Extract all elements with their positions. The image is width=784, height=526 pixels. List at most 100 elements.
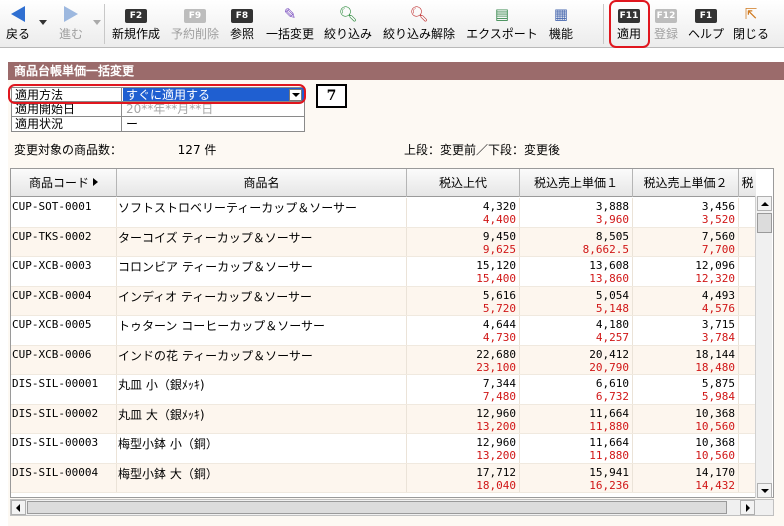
help-label: ヘルプ bbox=[687, 27, 724, 41]
help-button[interactable]: F1 ヘルプ bbox=[684, 2, 728, 46]
price-before: 4,180 bbox=[595, 318, 629, 331]
product-code: CUP-XCB-0005 bbox=[11, 316, 117, 345]
price-before: 7,344 bbox=[482, 377, 516, 390]
new-button[interactable]: F2 新規作成 bbox=[108, 2, 164, 46]
price-after: 9,625 bbox=[482, 242, 516, 256]
price-cell: 17,712 18,040 bbox=[407, 463, 520, 492]
price-cell: 18,144 18,480 bbox=[633, 345, 739, 374]
back-dropdown-icon[interactable] bbox=[39, 20, 47, 25]
filter-button[interactable]: 🔍︎ 絞り込み bbox=[322, 2, 374, 46]
table-row[interactable]: CUP-XCB-0004 インディオ ティーカップ＆ソーサー 5,616 5,720 5… bbox=[11, 286, 756, 316]
table-row[interactable]: DIS-SIL-00003 梅型小鉢 小（銅） 12,960 13,200 11,664… bbox=[11, 434, 756, 464]
count-value: 127 bbox=[177, 143, 201, 157]
horizontal-scrollbar[interactable] bbox=[10, 499, 774, 516]
scroll-down-icon[interactable] bbox=[757, 483, 772, 498]
price-after: 16,236 bbox=[589, 478, 629, 492]
scroll-left-icon[interactable] bbox=[11, 500, 26, 515]
price-before: 8,505 bbox=[595, 229, 629, 243]
bulk-change-label: 一括変更 bbox=[265, 27, 314, 41]
price-cell: 7,344 7,480 bbox=[407, 375, 520, 404]
price-cell: 6,610 6,732 bbox=[520, 375, 633, 404]
product-name: インディオ ティーカップ＆ソーサー bbox=[117, 286, 407, 315]
product-name: ソフトストロベリーティーカップ＆ソーサー bbox=[117, 198, 407, 227]
product-code: DIS-SIL-00004 bbox=[11, 463, 117, 492]
close-button[interactable]: ⇱ 閉じる bbox=[730, 2, 772, 46]
magnifier-icon: 🔍︎ bbox=[338, 5, 358, 23]
price-cell-partial bbox=[739, 286, 756, 315]
start-date-field[interactable]: 20**年**月**日 bbox=[123, 102, 304, 116]
product-code: CUP-TKS-0002 bbox=[11, 227, 117, 256]
reference-label: 参照 bbox=[229, 27, 254, 41]
table-row[interactable]: DIS-SIL-00002 丸皿 大（銀ﾒｯｷ) 12,960 13,200 11,66… bbox=[11, 404, 756, 434]
price-before: 6,610 bbox=[595, 377, 629, 390]
table-row[interactable]: CUP-TKS-0002 ターコイズ ティーカップ＆ソーサー 9,450 9,625 8… bbox=[11, 227, 756, 257]
method-highlight bbox=[8, 84, 306, 104]
target-count: 変更対象の商品数： 127 件 bbox=[14, 141, 216, 158]
price-before: 3,888 bbox=[595, 200, 629, 213]
vertical-scrollbar[interactable] bbox=[755, 196, 772, 498]
price-before: 12,960 bbox=[476, 406, 516, 420]
header-code[interactable]: 商品コード bbox=[11, 169, 117, 197]
reference-button[interactable]: F8 参照 bbox=[226, 2, 258, 46]
back-button[interactable]: 戻る bbox=[2, 2, 34, 46]
forward-dropdown-icon[interactable] bbox=[93, 20, 101, 25]
price-cell: 4,180 4,257 bbox=[520, 316, 633, 345]
close-door-icon: ⇱ bbox=[744, 5, 758, 23]
scroll-up-icon[interactable] bbox=[757, 196, 772, 211]
price-after: 4,257 bbox=[595, 331, 629, 344]
register-label: 登録 bbox=[653, 27, 678, 41]
register-button[interactable]: F12 登録 bbox=[650, 2, 682, 46]
table-row[interactable]: DIS-SIL-00001 丸皿 小（銀ﾒｯｷ) 7,344 7,480 6,610 6,… bbox=[11, 375, 756, 405]
f9-key-icon: F9 bbox=[168, 2, 222, 26]
price-after: 23,100 bbox=[476, 360, 516, 374]
apply-highlight bbox=[609, 0, 650, 48]
reserve-delete-button[interactable]: F9 予約削除 bbox=[168, 2, 222, 46]
status-label: 適用状況 bbox=[12, 117, 122, 131]
price-before: 3,715 bbox=[701, 318, 735, 331]
price-after: 3,520 bbox=[701, 213, 735, 226]
function-icon: ▦ bbox=[553, 5, 569, 23]
function-button[interactable]: ▦ 機能 bbox=[546, 2, 576, 46]
header-c2[interactable]: 税込売上単価１ bbox=[520, 169, 633, 197]
price-cell: 11,664 11,880 bbox=[520, 434, 633, 463]
price-after: 5,984 bbox=[701, 390, 735, 403]
export-button[interactable]: ▤ エクスポート bbox=[462, 2, 542, 46]
f8-key-icon: F8 bbox=[226, 2, 258, 26]
header-c3[interactable]: 税込売上単価２ bbox=[633, 169, 739, 197]
price-cell-partial bbox=[739, 198, 756, 227]
magnifier-clear-icon: 🔍︎ bbox=[409, 5, 429, 23]
price-before: 7,560 bbox=[701, 229, 735, 243]
price-after: 6,732 bbox=[595, 390, 629, 403]
price-cell: 3,888 3,960 bbox=[520, 198, 633, 227]
filter-clear-button[interactable]: 🔍︎ 絞り込み解除 bbox=[380, 2, 458, 46]
bulk-change-button[interactable]: ✎ 一括変更 bbox=[262, 2, 318, 46]
header-c4[interactable]: 税 bbox=[739, 169, 756, 197]
filter-label: 絞り込み bbox=[323, 27, 372, 41]
f12-key-icon: F12 bbox=[655, 9, 677, 23]
table-row[interactable]: DIS-SIL-00004 梅型小鉢 大（銅） 17,712 18,040 15,941… bbox=[11, 463, 756, 493]
forward-button[interactable]: 進む bbox=[52, 2, 90, 46]
table-header: 商品コード 商品名 税込上代 税込売上単価１ 税込売上単価２ 税 bbox=[11, 169, 756, 197]
price-after: 20,790 bbox=[589, 360, 629, 374]
price-after: 15,400 bbox=[476, 272, 516, 285]
price-cell-partial bbox=[739, 316, 756, 345]
scroll-right-icon[interactable] bbox=[740, 500, 755, 515]
scroll-thumb[interactable] bbox=[757, 213, 772, 233]
price-after: 5,148 bbox=[595, 301, 629, 315]
forward-arrow-icon bbox=[52, 2, 90, 26]
hscroll-thumb[interactable] bbox=[27, 501, 727, 514]
price-after: 11,880 bbox=[589, 449, 629, 462]
price-after: 18,040 bbox=[476, 478, 516, 492]
step-callout: 7 bbox=[316, 84, 347, 108]
header-c1[interactable]: 税込上代 bbox=[407, 169, 520, 197]
table-row[interactable]: CUP-XCB-0006 インドの花 ティーカップ＆ソーサー 22,680 23,10… bbox=[11, 345, 756, 375]
table-row[interactable]: CUP-XCB-0005 トゥターン コーヒーカップ＆ソーサー 4,644 4,730… bbox=[11, 316, 756, 346]
price-cell: 3,456 3,520 bbox=[633, 198, 739, 227]
price-after: 4,400 bbox=[482, 213, 516, 226]
table-row[interactable]: CUP-XCB-0003 コロンビア ティーカップ＆ソーサー 15,120 15,40… bbox=[11, 257, 756, 287]
table-row[interactable]: CUP-SOT-0001 ソフトストロベリーティーカップ＆ソーサー 4,320 4,4… bbox=[11, 198, 756, 228]
row-legend: 上段：変更前／下段：変更後 bbox=[404, 143, 561, 157]
wand-icon: ✎ bbox=[283, 5, 297, 23]
f1-key-icon: F1 bbox=[684, 2, 728, 26]
header-name[interactable]: 商品名 bbox=[117, 169, 407, 197]
